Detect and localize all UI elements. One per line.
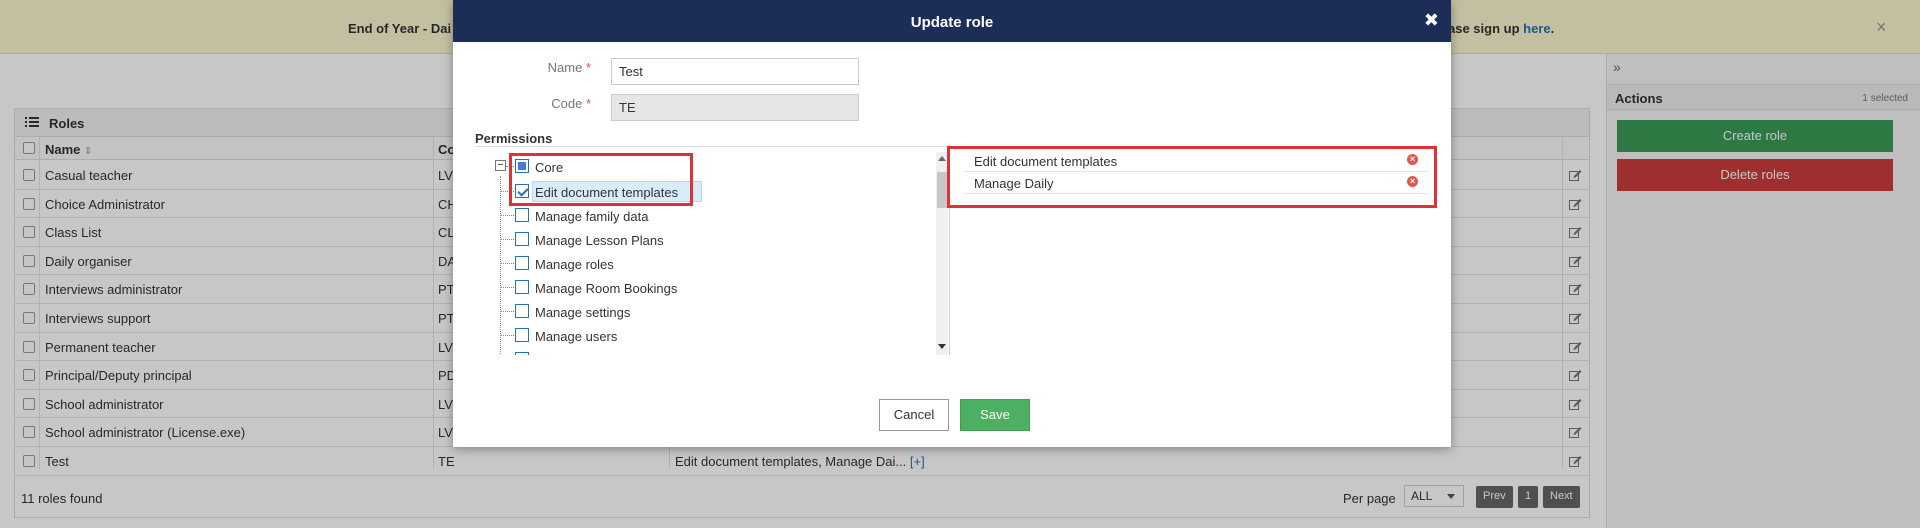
tree-line: [500, 263, 514, 264]
cancel-button[interactable]: Cancel: [879, 399, 949, 431]
code-label: Code *: [551, 96, 591, 111]
modal-title: Update role: [910, 14, 994, 31]
modal-header: Update role ✖: [453, 0, 1451, 42]
name-input[interactable]: [611, 58, 859, 85]
tree-item[interactable]: Manage settings: [535, 305, 630, 320]
permission-checkbox[interactable]: [515, 328, 529, 342]
highlight-box: [509, 153, 693, 206]
close-icon[interactable]: ✖: [1424, 10, 1439, 31]
save-button[interactable]: Save: [960, 399, 1030, 431]
tree-item[interactable]: Manage roles: [535, 257, 614, 272]
scroll-up-icon[interactable]: [938, 156, 946, 161]
permission-checkbox[interactable]: [515, 304, 529, 318]
tree-line: [500, 176, 501, 355]
permission-checkbox[interactable]: [515, 256, 529, 270]
permission-checkbox[interactable]: [515, 352, 529, 355]
collapse-icon[interactable]: −: [495, 160, 506, 171]
name-label: Name *: [547, 60, 591, 75]
tree-line: [500, 215, 514, 216]
permission-checkbox[interactable]: [515, 208, 529, 222]
highlight-box: [947, 146, 1437, 208]
tree-line: [500, 287, 514, 288]
permissions-title: Permissions: [475, 131, 553, 146]
tree-item[interactable]: Manage users: [535, 329, 617, 344]
tree-item[interactable]: Manage Room Bookings: [535, 281, 677, 296]
scroll-thumb[interactable]: [937, 172, 947, 208]
tree-line: [500, 335, 514, 336]
permission-checkbox[interactable]: [515, 280, 529, 294]
code-input[interactable]: [611, 94, 859, 121]
tree-item[interactable]: Manage family data: [535, 209, 648, 224]
tree-line: [500, 239, 514, 240]
tree-line: [500, 311, 514, 312]
permission-checkbox[interactable]: [515, 232, 529, 246]
update-role-modal: Update role ✖ Name * Code * Permissions …: [453, 0, 1451, 447]
tree-item[interactable]: Manage Lesson Plans: [535, 233, 664, 248]
scroll-down-icon[interactable]: [938, 344, 946, 349]
